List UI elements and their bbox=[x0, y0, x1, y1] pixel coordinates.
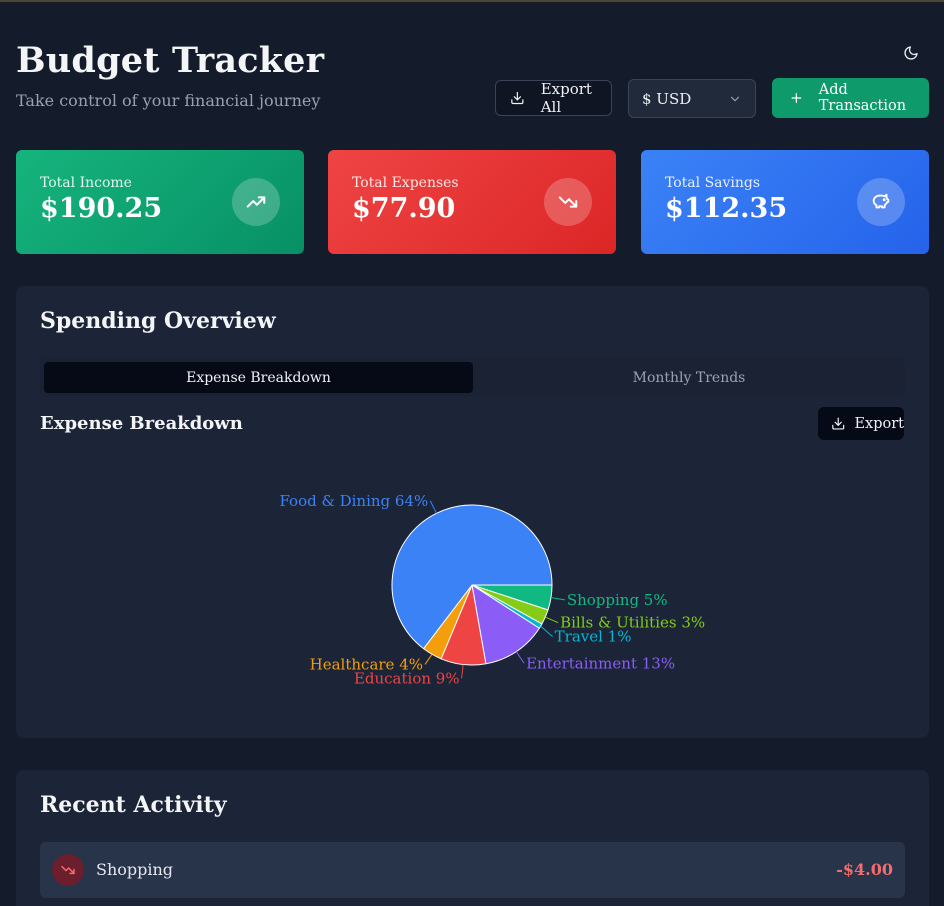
currency-value: $ USD bbox=[642, 89, 692, 108]
add-transaction-button[interactable]: Add Transaction bbox=[772, 78, 929, 118]
download-icon bbox=[511, 91, 524, 105]
expense-pie-chart: Shopping 5%Bills & Utilities 3%Travel 1%… bbox=[279, 492, 705, 688]
piggy-bank-icon bbox=[857, 178, 905, 226]
plus-icon bbox=[791, 93, 802, 103]
activity-label: Shopping bbox=[96, 860, 174, 879]
spending-overview-title: Spending Overview bbox=[40, 308, 276, 334]
recent-activity-panel: Recent Activity Shopping -$4.00 bbox=[16, 770, 929, 906]
download-icon bbox=[832, 417, 845, 430]
moon-icon bbox=[904, 46, 918, 60]
trending-up-icon bbox=[232, 178, 280, 226]
pie-label: Travel 1% bbox=[555, 628, 632, 646]
pie-label-line bbox=[550, 597, 565, 601]
currency-select[interactable]: $ USD bbox=[628, 79, 756, 118]
tab-monthly-trends[interactable]: Monthly Trends bbox=[477, 362, 901, 393]
export-label: Export bbox=[854, 415, 904, 432]
trending-down-icon bbox=[544, 178, 592, 226]
spending-overview-panel: Spending Overview Expense Breakdown Mont… bbox=[16, 286, 929, 738]
app-subtitle: Take control of your financial journey bbox=[16, 91, 321, 110]
recent-activity-title: Recent Activity bbox=[40, 792, 227, 818]
trending-down-icon bbox=[52, 854, 84, 886]
pie-label-line bbox=[515, 651, 525, 664]
theme-toggle-button[interactable] bbox=[898, 40, 924, 66]
total-savings-card: Total Savings $112.35 bbox=[641, 150, 929, 254]
add-transaction-label: Add Transaction bbox=[818, 82, 907, 114]
pie-label: Shopping 5% bbox=[567, 591, 668, 609]
app-title: Budget Tracker bbox=[16, 40, 325, 81]
pie-label: Entertainment 13% bbox=[526, 654, 675, 672]
pie-label-line bbox=[424, 653, 433, 665]
pie-label-line bbox=[429, 500, 437, 514]
export-all-button[interactable]: Export All bbox=[495, 80, 612, 116]
overview-tabs: Expense Breakdown Monthly Trends bbox=[40, 358, 905, 396]
pie-label-line bbox=[461, 664, 464, 679]
chevron-down-icon bbox=[730, 96, 740, 101]
top-border bbox=[0, 0, 944, 2]
pie-label: Food & Dining 64% bbox=[279, 492, 428, 510]
export-chart-button[interactable]: Export bbox=[818, 407, 904, 440]
pie-label: Healthcare 4% bbox=[310, 655, 423, 673]
expense-breakdown-title: Expense Breakdown bbox=[40, 413, 243, 434]
tab-expense-breakdown[interactable]: Expense Breakdown bbox=[44, 362, 473, 393]
activity-amount: -$4.00 bbox=[836, 860, 893, 879]
activity-row[interactable]: Shopping -$4.00 bbox=[40, 842, 905, 898]
pie-label-line bbox=[545, 616, 559, 624]
total-expenses-card: Total Expenses $77.90 bbox=[328, 150, 616, 254]
total-income-card: Total Income $190.25 bbox=[16, 150, 304, 254]
pie-label-line bbox=[540, 625, 553, 638]
export-all-label: Export All bbox=[540, 80, 592, 116]
